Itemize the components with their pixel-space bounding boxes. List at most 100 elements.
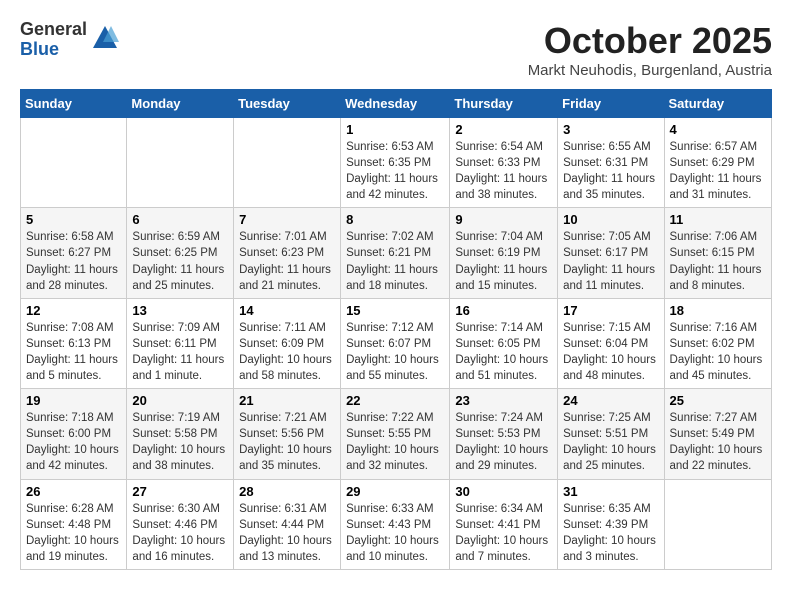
calendar-cell: 19 Sunrise: 7:18 AM Sunset: 6:00 PM Dayli…: [21, 389, 127, 479]
day-number: 19: [26, 393, 121, 408]
day-info: Sunrise: 6:54 AM Sunset: 6:33 PM Dayligh…: [455, 139, 552, 203]
calendar-week-row: 26 Sunrise: 6:28 AM Sunset: 4:48 PM Dayli…: [21, 479, 772, 569]
day-number: 27: [132, 484, 228, 499]
day-number: 26: [26, 484, 121, 499]
header-wednesday: Wednesday: [341, 90, 450, 118]
day-number: 15: [346, 303, 444, 318]
calendar-week-row: 12 Sunrise: 7:08 AM Sunset: 6:13 PM Dayli…: [21, 298, 772, 388]
calendar-cell: 7 Sunrise: 7:01 AM Sunset: 6:23 PM Daylig…: [234, 208, 341, 298]
calendar-cell: 13 Sunrise: 7:09 AM Sunset: 6:11 PM Dayli…: [127, 298, 234, 388]
day-info: Sunrise: 7:27 AM Sunset: 5:49 PM Dayligh…: [670, 410, 766, 474]
day-number: 5: [26, 212, 121, 227]
day-number: 6: [132, 212, 228, 227]
calendar-cell: 6Sunrise: 6:59 AM Sunset: 6:25 PM Daylig…: [127, 208, 234, 298]
day-number: 9: [455, 212, 552, 227]
day-number: 31: [563, 484, 658, 499]
calendar-cell: 8 Sunrise: 7:02 AM Sunset: 6:21 PM Daylig…: [341, 208, 450, 298]
title-block: October 2025 Markt Neuhodis, Burgenland,…: [528, 20, 772, 79]
logo: General Blue: [20, 20, 119, 60]
day-number: 16: [455, 303, 552, 318]
location: Markt Neuhodis, Burgenland, Austria: [528, 62, 772, 79]
calendar-cell: 18 Sunrise: 7:16 AM Sunset: 6:02 PM Dayli…: [664, 298, 771, 388]
day-info: Sunrise: 7:02 AM Sunset: 6:21 PM Dayligh…: [346, 229, 444, 293]
calendar-cell: 30 Sunrise: 6:34 AM Sunset: 4:41 PM Dayli…: [450, 479, 558, 569]
day-info: Sunrise: 6:33 AM Sunset: 4:43 PM Dayligh…: [346, 501, 444, 565]
day-info: Sunrise: 7:12 AM Sunset: 6:07 PM Dayligh…: [346, 320, 444, 384]
day-info: Sunrise: 7:16 AM Sunset: 6:02 PM Dayligh…: [670, 320, 766, 384]
day-number: 30: [455, 484, 552, 499]
calendar-cell: 24Sunrise: 7:25 AM Sunset: 5:51 PM Dayli…: [558, 389, 664, 479]
day-number: 18: [670, 303, 766, 318]
day-info: Sunrise: 6:31 AM Sunset: 4:44 PM Dayligh…: [239, 501, 335, 565]
calendar-cell: 20 Sunrise: 7:19 AM Sunset: 5:58 PM Dayli…: [127, 389, 234, 479]
day-number: 21: [239, 393, 335, 408]
calendar-cell: 3 Sunrise: 6:55 AM Sunset: 6:31 PM Daylig…: [558, 118, 664, 208]
day-number: 20: [132, 393, 228, 408]
logo-text: General Blue: [20, 20, 87, 60]
day-info: Sunrise: 6:55 AM Sunset: 6:31 PM Dayligh…: [563, 139, 658, 203]
calendar-cell: 15 Sunrise: 7:12 AM Sunset: 6:07 PM Dayli…: [341, 298, 450, 388]
day-info: Sunrise: 7:15 AM Sunset: 6:04 PM Dayligh…: [563, 320, 658, 384]
calendar-cell: 2 Sunrise: 6:54 AM Sunset: 6:33 PM Daylig…: [450, 118, 558, 208]
calendar-cell: 1 Sunrise: 6:53 AM Sunset: 6:35 PM Daylig…: [341, 118, 450, 208]
calendar-cell: [234, 118, 341, 208]
day-info: Sunrise: 7:18 AM Sunset: 6:00 PM Dayligh…: [26, 410, 121, 474]
day-number: 4: [670, 122, 766, 137]
calendar-cell: 27 Sunrise: 6:30 AM Sunset: 4:46 PM Dayli…: [127, 479, 234, 569]
header-monday: Monday: [127, 90, 234, 118]
calendar-table: Sunday Monday Tuesday Wednesday Thursday…: [20, 89, 772, 570]
day-info: Sunrise: 6:35 AM Sunset: 4:39 PM Dayligh…: [563, 501, 658, 565]
calendar-cell: 10 Sunrise: 7:05 AM Sunset: 6:17 PM Dayli…: [558, 208, 664, 298]
calendar-cell: 21 Sunrise: 7:21 AM Sunset: 5:56 PM Dayli…: [234, 389, 341, 479]
day-number: 28: [239, 484, 335, 499]
weekday-header-row: Sunday Monday Tuesday Wednesday Thursday…: [21, 90, 772, 118]
day-number: 12: [26, 303, 121, 318]
calendar-cell: 25 Sunrise: 7:27 AM Sunset: 5:49 PM Dayli…: [664, 389, 771, 479]
day-number: 3: [563, 122, 658, 137]
day-number: 17: [563, 303, 658, 318]
day-number: 10: [563, 212, 658, 227]
day-number: 13: [132, 303, 228, 318]
header-tuesday: Tuesday: [234, 90, 341, 118]
day-info: Sunrise: 7:05 AM Sunset: 6:17 PM Dayligh…: [563, 229, 658, 293]
day-info: Sunrise: 7:09 AM Sunset: 6:11 PM Dayligh…: [132, 320, 228, 384]
header-thursday: Thursday: [450, 90, 558, 118]
day-number: 2: [455, 122, 552, 137]
day-info: Sunrise: 7:21 AM Sunset: 5:56 PM Dayligh…: [239, 410, 335, 474]
calendar-cell: 5Sunrise: 6:58 AM Sunset: 6:27 PM Daylig…: [21, 208, 127, 298]
day-info: Sunrise: 6:34 AM Sunset: 4:41 PM Dayligh…: [455, 501, 552, 565]
day-number: 14: [239, 303, 335, 318]
calendar-cell: 14 Sunrise: 7:11 AM Sunset: 6:09 PM Dayli…: [234, 298, 341, 388]
day-info: Sunrise: 7:11 AM Sunset: 6:09 PM Dayligh…: [239, 320, 335, 384]
day-number: 25: [670, 393, 766, 408]
calendar-cell: 26 Sunrise: 6:28 AM Sunset: 4:48 PM Dayli…: [21, 479, 127, 569]
day-number: 8: [346, 212, 444, 227]
calendar-cell: 31 Sunrise: 6:35 AM Sunset: 4:39 PM Dayli…: [558, 479, 664, 569]
calendar-cell: 22Sunrise: 7:22 AM Sunset: 5:55 PM Dayli…: [341, 389, 450, 479]
calendar-cell: 11 Sunrise: 7:06 AM Sunset: 6:15 PM Dayli…: [664, 208, 771, 298]
day-number: 7: [239, 212, 335, 227]
day-info: Sunrise: 7:08 AM Sunset: 6:13 PM Dayligh…: [26, 320, 121, 384]
day-info: Sunrise: 7:25 AM Sunset: 5:51 PM Dayligh…: [563, 410, 658, 474]
day-info: Sunrise: 6:28 AM Sunset: 4:48 PM Dayligh…: [26, 501, 121, 565]
day-number: 11: [670, 212, 766, 227]
calendar-cell: 12 Sunrise: 7:08 AM Sunset: 6:13 PM Dayli…: [21, 298, 127, 388]
day-number: 22: [346, 393, 444, 408]
logo-general: General: [20, 20, 87, 40]
day-number: 29: [346, 484, 444, 499]
day-info: Sunrise: 6:57 AM Sunset: 6:29 PM Dayligh…: [670, 139, 766, 203]
calendar-week-row: 19 Sunrise: 7:18 AM Sunset: 6:00 PM Dayli…: [21, 389, 772, 479]
day-info: Sunrise: 7:06 AM Sunset: 6:15 PM Dayligh…: [670, 229, 766, 293]
day-info: Sunrise: 7:19 AM Sunset: 5:58 PM Dayligh…: [132, 410, 228, 474]
calendar-cell: 23Sunrise: 7:24 AM Sunset: 5:53 PM Dayli…: [450, 389, 558, 479]
calendar-cell: 29 Sunrise: 6:33 AM Sunset: 4:43 PM Dayli…: [341, 479, 450, 569]
day-number: 1: [346, 122, 444, 137]
day-info: Sunrise: 6:30 AM Sunset: 4:46 PM Dayligh…: [132, 501, 228, 565]
calendar-cell: [664, 479, 771, 569]
day-info: Sunrise: 7:01 AM Sunset: 6:23 PM Dayligh…: [239, 229, 335, 293]
calendar-week-row: 5Sunrise: 6:58 AM Sunset: 6:27 PM Daylig…: [21, 208, 772, 298]
calendar-cell: 16Sunrise: 7:14 AM Sunset: 6:05 PM Dayli…: [450, 298, 558, 388]
page-header: General Blue October 2025 Markt Neuhodis…: [20, 20, 772, 79]
logo-icon: [91, 24, 119, 52]
day-info: Sunrise: 6:53 AM Sunset: 6:35 PM Dayligh…: [346, 139, 444, 203]
